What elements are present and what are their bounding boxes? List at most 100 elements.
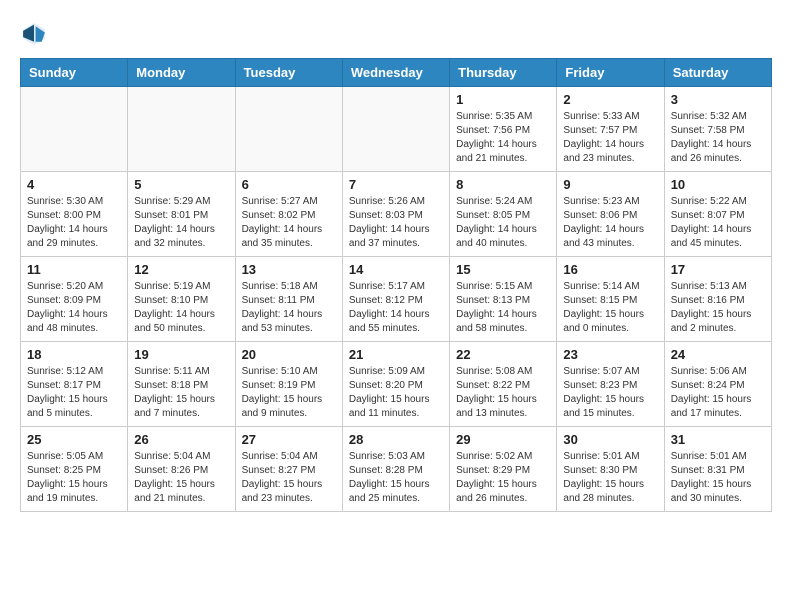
calendar-cell: 9Sunrise: 5:23 AMSunset: 8:06 PMDaylight…	[557, 172, 664, 257]
day-info: Sunrise: 5:18 AMSunset: 8:11 PMDaylight:…	[242, 280, 336, 336]
day-number: 16	[563, 262, 657, 277]
day-info: Sunrise: 5:09 AMSunset: 8:20 PMDaylight:…	[349, 365, 443, 421]
day-number: 1	[456, 92, 550, 107]
col-header-wednesday: Wednesday	[342, 59, 449, 87]
day-info: Sunrise: 5:14 AMSunset: 8:15 PMDaylight:…	[563, 280, 657, 336]
day-number: 7	[349, 177, 443, 192]
day-number: 20	[242, 347, 336, 362]
day-number: 2	[563, 92, 657, 107]
col-header-saturday: Saturday	[664, 59, 771, 87]
logo	[20, 20, 52, 48]
day-info: Sunrise: 5:01 AMSunset: 8:31 PMDaylight:…	[671, 450, 765, 506]
calendar-cell: 19 Sunrise: 5:11 AMSunset: 8:18 PMDayligh…	[128, 342, 235, 427]
calendar-cell: 21Sunrise: 5:09 AMSunset: 8:20 PMDayligh…	[342, 342, 449, 427]
day-number: 23	[563, 347, 657, 362]
day-info: Sunrise: 5:15 AMSunset: 8:13 PMDaylight:…	[456, 280, 550, 336]
day-number: 13	[242, 262, 336, 277]
day-number: 14	[349, 262, 443, 277]
col-header-thursday: Thursday	[450, 59, 557, 87]
day-info: Sunrise: 5:04 AMSunset: 8:27 PMDaylight:…	[242, 450, 336, 506]
calendar-cell: 28 Sunrise: 5:03 AMSunset: 8:28 PMDayligh…	[342, 427, 449, 512]
day-info: Sunrise: 5:33 AMSunset: 7:57 PMDaylight:…	[563, 110, 657, 166]
day-info: Sunrise: 5:03 AMSunset: 8:28 PMDaylight:…	[349, 450, 443, 506]
day-info: Sunrise: 5:26 AMSunset: 8:03 PMDaylight:…	[349, 195, 443, 251]
day-info: Sunrise: 5:05 AMSunset: 8:25 PMDaylight:…	[27, 450, 121, 506]
day-number: 15	[456, 262, 550, 277]
calendar-cell: 17 Sunrise: 5:13 AMSunset: 8:16 PMDayligh…	[664, 257, 771, 342]
day-number: 29	[456, 432, 550, 447]
calendar-cell: 27 Sunrise: 5:04 AMSunset: 8:27 PMDayligh…	[235, 427, 342, 512]
calendar-week-row: 25 Sunrise: 5:05 AMSunset: 8:25 PMDayligh…	[21, 427, 772, 512]
day-number: 28	[349, 432, 443, 447]
day-info: Sunrise: 5:22 AMSunset: 8:07 PMDaylight:…	[671, 195, 765, 251]
day-info: Sunrise: 5:24 AMSunset: 8:05 PMDaylight:…	[456, 195, 550, 251]
calendar-cell: 23 Sunrise: 5:07 AMSunset: 8:23 PMDayligh…	[557, 342, 664, 427]
col-header-monday: Monday	[128, 59, 235, 87]
calendar-cell: 2 Sunrise: 5:33 AMSunset: 7:57 PMDaylight…	[557, 87, 664, 172]
day-number: 6	[242, 177, 336, 192]
calendar-cell: 26 Sunrise: 5:04 AMSunset: 8:26 PMDayligh…	[128, 427, 235, 512]
day-info: Sunrise: 5:07 AMSunset: 8:23 PMDaylight:…	[563, 365, 657, 421]
calendar-header-row: SundayMondayTuesdayWednesdayThursdayFrid…	[21, 59, 772, 87]
day-number: 5	[134, 177, 228, 192]
calendar-cell	[235, 87, 342, 172]
day-info: Sunrise: 5:11 AMSunset: 8:18 PMDaylight:…	[134, 365, 228, 421]
day-info: Sunrise: 5:32 AMSunset: 7:58 PMDaylight:…	[671, 110, 765, 166]
day-number: 8	[456, 177, 550, 192]
calendar-week-row: 1 Sunrise: 5:35 AMSunset: 7:56 PMDaylight…	[21, 87, 772, 172]
day-number: 25	[27, 432, 121, 447]
day-info: Sunrise: 5:19 AMSunset: 8:10 PMDaylight:…	[134, 280, 228, 336]
day-info: Sunrise: 5:06 AMSunset: 8:24 PMDaylight:…	[671, 365, 765, 421]
day-number: 26	[134, 432, 228, 447]
day-number: 12	[134, 262, 228, 277]
day-info: Sunrise: 5:12 AMSunset: 8:17 PMDaylight:…	[27, 365, 121, 421]
day-info: Sunrise: 5:35 AMSunset: 7:56 PMDaylight:…	[456, 110, 550, 166]
day-number: 9	[563, 177, 657, 192]
generalblue-logo-icon	[20, 20, 48, 48]
day-info: Sunrise: 5:08 AMSunset: 8:22 PMDaylight:…	[456, 365, 550, 421]
calendar-cell: 10Sunrise: 5:22 AMSunset: 8:07 PMDayligh…	[664, 172, 771, 257]
calendar-cell: 1 Sunrise: 5:35 AMSunset: 7:56 PMDaylight…	[450, 87, 557, 172]
day-number: 27	[242, 432, 336, 447]
col-header-tuesday: Tuesday	[235, 59, 342, 87]
day-info: Sunrise: 5:04 AMSunset: 8:26 PMDaylight:…	[134, 450, 228, 506]
calendar-cell: 12 Sunrise: 5:19 AMSunset: 8:10 PMDayligh…	[128, 257, 235, 342]
calendar-table: SundayMondayTuesdayWednesdayThursdayFrid…	[20, 58, 772, 512]
day-number: 4	[27, 177, 121, 192]
calendar-cell: 16 Sunrise: 5:14 AMSunset: 8:15 PMDayligh…	[557, 257, 664, 342]
page-header	[20, 20, 772, 48]
calendar-cell: 3 Sunrise: 5:32 AMSunset: 7:58 PMDaylight…	[664, 87, 771, 172]
calendar-cell: 13 Sunrise: 5:18 AMSunset: 8:11 PMDayligh…	[235, 257, 342, 342]
calendar-cell: 30 Sunrise: 5:01 AMSunset: 8:30 PMDayligh…	[557, 427, 664, 512]
calendar-cell: 24Sunrise: 5:06 AMSunset: 8:24 PMDayligh…	[664, 342, 771, 427]
day-number: 11	[27, 262, 121, 277]
calendar-cell	[128, 87, 235, 172]
calendar-cell: 20Sunrise: 5:10 AMSunset: 8:19 PMDayligh…	[235, 342, 342, 427]
day-number: 3	[671, 92, 765, 107]
calendar-cell: 6Sunrise: 5:27 AMSunset: 8:02 PMDaylight…	[235, 172, 342, 257]
day-info: Sunrise: 5:29 AMSunset: 8:01 PMDaylight:…	[134, 195, 228, 251]
calendar-cell: 31Sunrise: 5:01 AMSunset: 8:31 PMDayligh…	[664, 427, 771, 512]
day-info: Sunrise: 5:30 AMSunset: 8:00 PMDaylight:…	[27, 195, 121, 251]
calendar-cell: 4 Sunrise: 5:30 AMSunset: 8:00 PMDaylight…	[21, 172, 128, 257]
calendar-week-row: 18 Sunrise: 5:12 AMSunset: 8:17 PMDayligh…	[21, 342, 772, 427]
day-number: 30	[563, 432, 657, 447]
day-info: Sunrise: 5:20 AMSunset: 8:09 PMDaylight:…	[27, 280, 121, 336]
calendar-cell: 25 Sunrise: 5:05 AMSunset: 8:25 PMDayligh…	[21, 427, 128, 512]
day-number: 22	[456, 347, 550, 362]
calendar-cell: 7 Sunrise: 5:26 AMSunset: 8:03 PMDaylight…	[342, 172, 449, 257]
calendar-cell	[21, 87, 128, 172]
col-header-friday: Friday	[557, 59, 664, 87]
calendar-cell: 15 Sunrise: 5:15 AMSunset: 8:13 PMDayligh…	[450, 257, 557, 342]
calendar-cell: 22 Sunrise: 5:08 AMSunset: 8:22 PMDayligh…	[450, 342, 557, 427]
calendar-cell: 5 Sunrise: 5:29 AMSunset: 8:01 PMDaylight…	[128, 172, 235, 257]
calendar-cell: 11 Sunrise: 5:20 AMSunset: 8:09 PMDayligh…	[21, 257, 128, 342]
day-info: Sunrise: 5:01 AMSunset: 8:30 PMDaylight:…	[563, 450, 657, 506]
day-info: Sunrise: 5:13 AMSunset: 8:16 PMDaylight:…	[671, 280, 765, 336]
day-number: 17	[671, 262, 765, 277]
calendar-cell: 8 Sunrise: 5:24 AMSunset: 8:05 PMDaylight…	[450, 172, 557, 257]
day-number: 18	[27, 347, 121, 362]
col-header-sunday: Sunday	[21, 59, 128, 87]
day-info: Sunrise: 5:02 AMSunset: 8:29 PMDaylight:…	[456, 450, 550, 506]
day-number: 19	[134, 347, 228, 362]
